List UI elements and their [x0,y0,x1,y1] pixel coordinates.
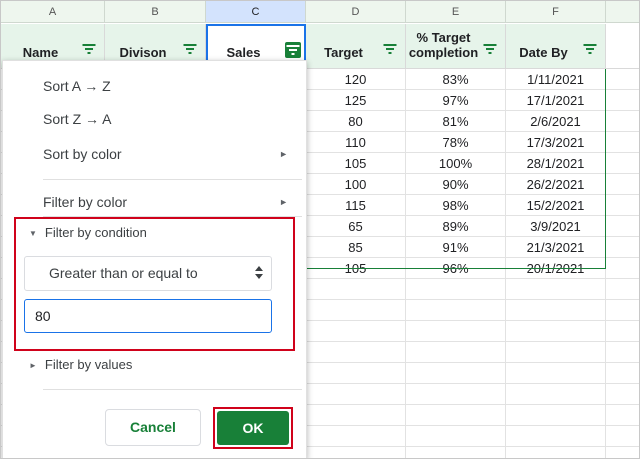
table-cell[interactable]: 78% [406,132,506,153]
header-label-line2: completion [408,45,479,60]
table-cell[interactable]: 81% [406,111,506,132]
table-cell[interactable]: 65 [306,216,406,237]
table-cell[interactable]: 100 [306,174,406,195]
filter-icon[interactable] [583,44,597,54]
filter-icon[interactable] [183,44,197,54]
table-cell[interactable]: 3/9/2021 [506,216,606,237]
table-cell[interactable]: 100% [406,153,506,174]
table-cell[interactable]: 90% [406,174,506,195]
table-cell[interactable]: 20/1/2021 [506,258,606,279]
table-cell[interactable]: 85 [306,237,406,258]
table-cell[interactable]: 98% [406,195,506,216]
column-letter-a[interactable]: A [1,1,105,23]
menu-separator [43,179,302,180]
menu-separator [43,216,302,217]
column-letter-c[interactable]: C [206,1,306,23]
column-letter-empty [606,1,639,23]
header-label-target: Target [324,45,363,60]
menu-section-filter-by-condition[interactable]: ▼ Filter by condition [29,225,147,240]
menu-item-label: Sort by color [43,146,122,162]
table-cell[interactable]: 80 [306,111,406,132]
table-cell[interactable]: 2/6/2021 [506,111,606,132]
table-cell[interactable]: 26/2/2021 [506,174,606,195]
table-cell[interactable]: 97% [406,90,506,111]
cancel-button[interactable]: Cancel [105,409,201,446]
ok-button[interactable]: OK [217,411,289,445]
header-label-line1: % Target [416,30,471,45]
column-letter-d[interactable]: D [306,1,406,23]
table-cell[interactable]: 17/1/2021 [506,90,606,111]
header-cell-target[interactable]: Target [306,24,406,69]
menu-section-filter-by-values[interactable]: ► Filter by values [29,357,132,372]
filter-icon[interactable] [483,44,497,54]
table-cell[interactable]: 120 [306,69,406,90]
column-letter-bar: A B C D E F [1,1,639,24]
menu-item-sort-za[interactable]: Sort Z → A [43,111,111,127]
table-cell[interactable]: 89% [406,216,506,237]
table-cell[interactable]: 28/1/2021 [506,153,606,174]
table-cell[interactable]: 110 [306,132,406,153]
table-cell[interactable]: 1/11/2021 [506,69,606,90]
header-label-target-completion: % Target completion [406,24,481,68]
table-cell[interactable]: 105 [306,258,406,279]
table-cell[interactable]: 17/3/2021 [506,132,606,153]
submenu-arrow-icon: ► [279,197,288,207]
section-label: Filter by condition [44,225,147,240]
header-cell-target-completion[interactable]: % Target completion [406,24,506,69]
table-cell[interactable]: 96% [406,258,506,279]
filter-icon [286,45,300,55]
section-label: Filter by values [44,357,133,372]
column-letter-e[interactable]: E [406,1,506,23]
table-cell[interactable]: 115 [306,195,406,216]
collapsed-triangle-icon: ► [29,361,37,371]
spreadsheet-window: A B C D E F Name Divison Sales Target % … [0,0,640,459]
menu-item-sort-az[interactable]: Sort A → Z [43,78,111,94]
filter-menu: Sort A → Z Sort Z → A Sort by color ► Fi… [2,60,307,458]
header-cell-date-by[interactable]: Date By [506,24,606,69]
table-cell[interactable]: 83% [406,69,506,90]
table-cell[interactable]: 105 [306,153,406,174]
condition-value-input[interactable] [24,299,272,333]
menu-item-sort-by-color[interactable]: Sort by color [43,146,306,162]
table-cell[interactable]: 21/3/2021 [506,237,606,258]
condition-select[interactable]: Greater than or equal to [24,256,272,291]
submenu-arrow-icon: ► [279,149,288,159]
column-letter-f[interactable]: F [506,1,606,23]
up-down-arrow-icon [255,266,263,280]
table-cell[interactable]: 15/2/2021 [506,195,606,216]
active-filter-button[interactable] [285,42,301,58]
table-cell[interactable]: 125 [306,90,406,111]
menu-separator [43,389,302,390]
table-cell[interactable]: 91% [406,237,506,258]
condition-select-value: Greater than or equal to [49,265,198,281]
menu-item-filter-by-color[interactable]: Filter by color [43,194,127,210]
expanded-triangle-icon: ▼ [29,229,37,239]
filter-icon[interactable] [383,44,397,54]
filter-icon[interactable] [82,44,96,54]
header-cell-empty[interactable] [606,24,639,69]
header-label-date-by: Date By [519,45,568,60]
column-letter-b[interactable]: B [105,1,206,23]
